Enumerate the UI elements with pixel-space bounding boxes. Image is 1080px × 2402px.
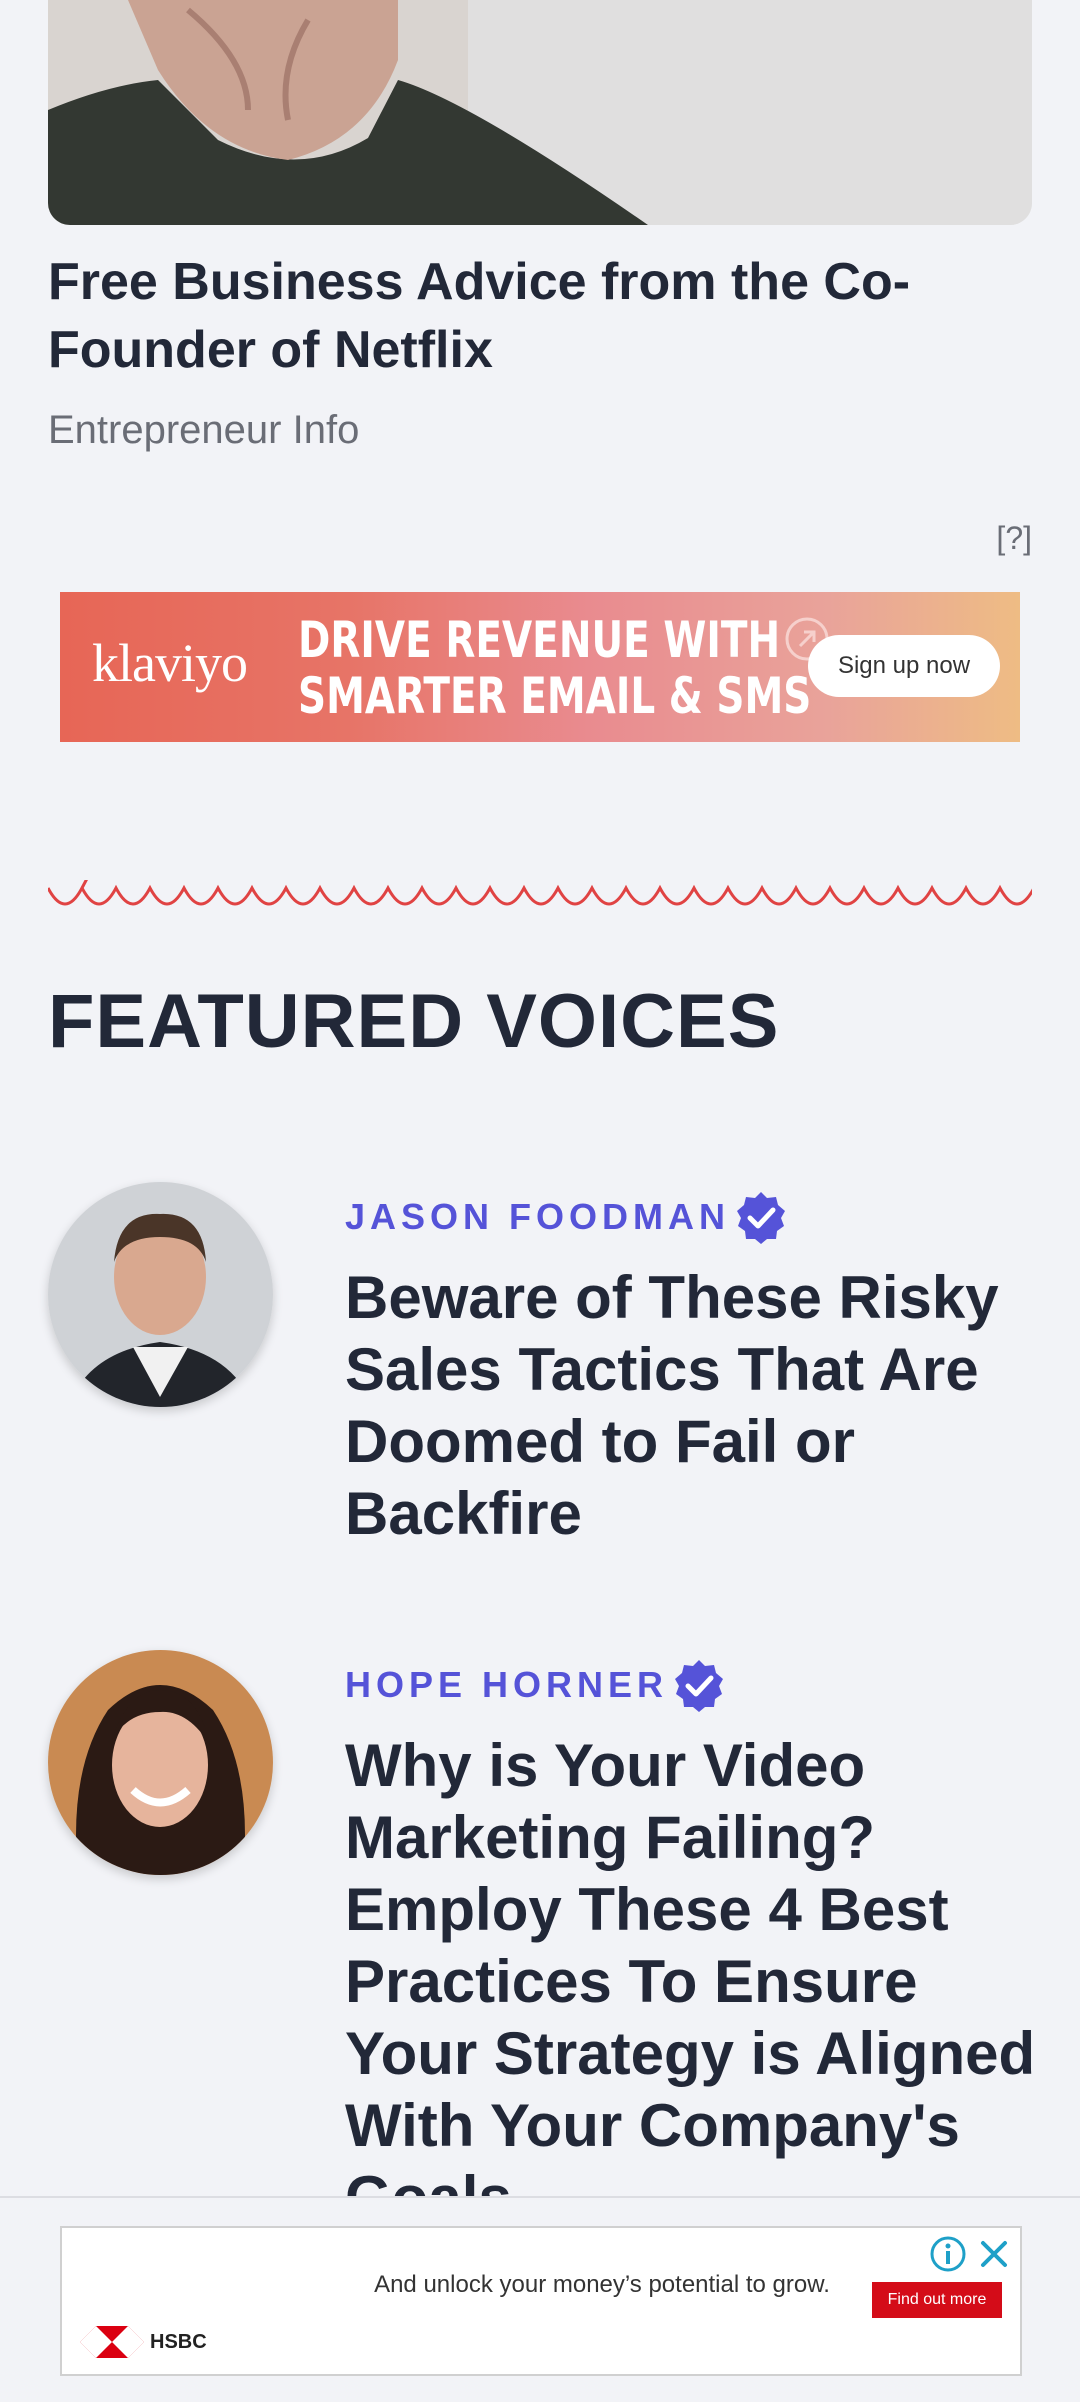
klaviyo-banner-ad[interactable]: klaviyo DRIVE REVENUE WITH SMARTER EMAIL… [60, 592, 1020, 742]
wavy-divider [48, 880, 1032, 906]
author-name[interactable]: JASON FOODMAN [345, 1196, 730, 1238]
author-avatar[interactable] [48, 1182, 273, 1407]
close-icon[interactable] [974, 2234, 1014, 2274]
hsbc-brand-name: HSBC [150, 2330, 207, 2353]
hsbc-logo: HSBC [80, 2326, 207, 2358]
klaviyo-headline: DRIVE REVENUE WITH SMARTER EMAIL & SMS [298, 612, 811, 724]
klaviyo-signup-button[interactable]: Sign up now [808, 635, 1000, 697]
adchoices-icon[interactable] [928, 2234, 968, 2274]
author-photo-hope [48, 1650, 273, 1875]
hsbc-ad-text: And unlock your money’s potential to gro… [374, 2271, 830, 2298]
voice-article-title[interactable]: Why is Your Video Marketing Failing? Emp… [345, 1730, 1045, 2234]
hsbc-banner-ad[interactable]: And unlock your money’s potential to gro… [60, 2226, 1022, 2376]
verified-badge-icon [675, 1660, 724, 1712]
author-name[interactable]: HOPE HORNER [345, 1664, 668, 1706]
hero-article-title[interactable]: Free Business Advice from the Co-Founder… [48, 248, 1032, 384]
klaviyo-logo: klaviyo [92, 633, 248, 693]
featured-voices-heading: FEATURED VOICES [48, 979, 780, 1064]
verified-badge-icon [737, 1192, 786, 1244]
hsbc-hexagon-icon [80, 2326, 144, 2358]
klaviyo-headline-line2: SMARTER EMAIL & SMS [298, 667, 812, 725]
author-avatar[interactable] [48, 1650, 273, 1875]
hsbc-find-out-more-button[interactable]: Find out more [872, 2282, 1002, 2318]
author-photo-jason [48, 1182, 273, 1407]
hero-article-source: Entrepreneur Info [48, 408, 360, 452]
author-name-row[interactable]: JASON FOODMAN [345, 1190, 788, 1244]
author-name-row[interactable]: HOPE HORNER [345, 1658, 726, 1712]
klaviyo-headline-line1: DRIVE REVENUE WITH [298, 611, 781, 669]
hero-photo-illustration [48, 0, 1032, 225]
hero-image[interactable] [48, 0, 1032, 225]
ad-help-link[interactable]: [?] [996, 520, 1032, 557]
voice-article-title[interactable]: Beware of These Risky Sales Tactics That… [345, 1262, 1045, 1550]
